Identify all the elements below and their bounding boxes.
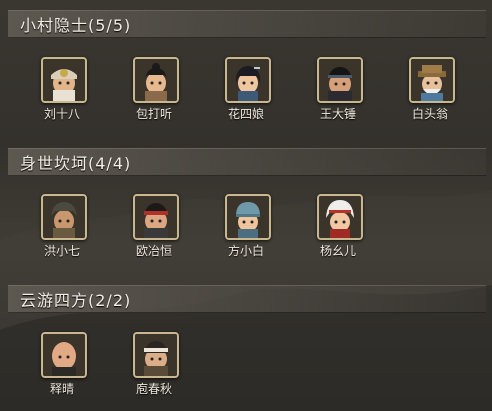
smith-red-headband-portrait-icon xyxy=(133,194,179,240)
npc-name: 方小白 xyxy=(227,244,264,258)
group-title: 云游四方(2/2) xyxy=(20,291,132,310)
man-headband-portrait-icon xyxy=(317,57,363,103)
group-header: 身世坎坷(4/4) xyxy=(8,148,486,176)
man-topknot-portrait-icon xyxy=(133,57,179,103)
boy-blue-cap-portrait-icon xyxy=(225,194,271,240)
group-header: 小村隐士(5/5) xyxy=(8,10,486,38)
npc-name: 花四娘 xyxy=(227,107,264,121)
npc-name: 杨幺儿 xyxy=(319,244,356,258)
npc-name: 白头翁 xyxy=(411,107,448,121)
cook-headband-portrait-icon xyxy=(133,332,179,378)
monk-portrait-icon xyxy=(41,332,87,378)
npc-name: 刘十八 xyxy=(43,107,80,121)
npc-name: 洪小七 xyxy=(43,244,80,258)
npc-name: 王大锤 xyxy=(319,107,356,121)
beggar-boy-portrait-icon xyxy=(41,194,87,240)
group-header: 云游四方(2/2) xyxy=(8,285,486,313)
old-man-headband-portrait-icon xyxy=(41,57,87,103)
npc-name: 庖春秋 xyxy=(135,382,172,396)
npc-name: 释晴 xyxy=(49,382,74,396)
group-title: 小村隐士(5/5) xyxy=(20,16,132,35)
girl-white-bonnet-portrait-icon xyxy=(317,194,363,240)
woman-hairpin-portrait-icon xyxy=(225,57,271,103)
npc-name: 包打听 xyxy=(135,107,172,121)
old-man-hat-portrait-icon xyxy=(409,57,455,103)
group-title: 身世坎坷(4/4) xyxy=(20,154,132,173)
npc-name: 欧冶恒 xyxy=(135,244,172,258)
